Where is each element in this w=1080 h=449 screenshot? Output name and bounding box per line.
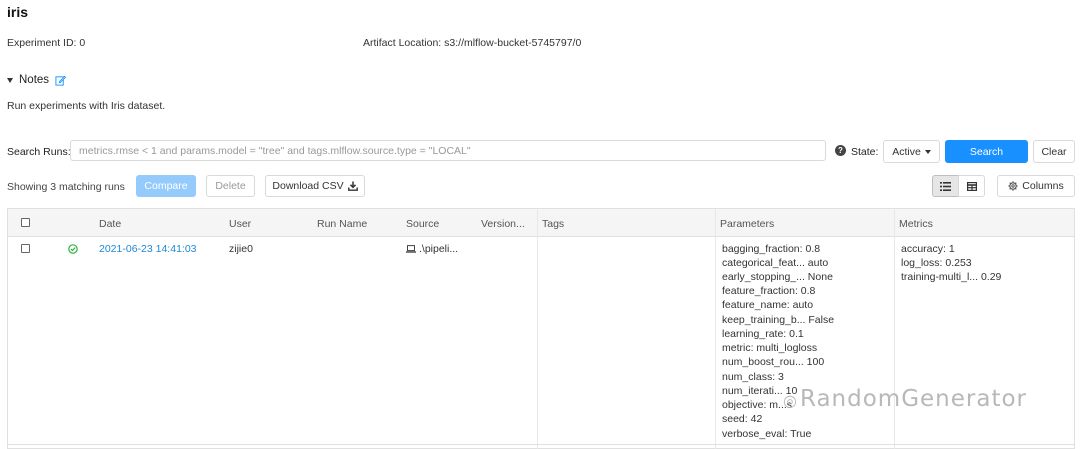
experiment-id-value: 0 bbox=[79, 37, 86, 49]
artifact-location-label: Artifact Location: bbox=[363, 37, 442, 49]
run-source: .\pipeli... bbox=[406, 243, 458, 255]
run-source-path: .\pipeli... bbox=[419, 243, 459, 255]
download-csv-label: Download CSV bbox=[272, 180, 344, 192]
param-item: num_class: 3 bbox=[722, 371, 784, 383]
matching-runs-count: Showing 3 matching runs bbox=[7, 181, 125, 193]
notes-toggle[interactable]: Notes bbox=[7, 74, 67, 86]
laptop-icon bbox=[406, 245, 416, 253]
artifact-location-value: s3://mlflow-bucket-5745797/0 bbox=[444, 37, 582, 49]
metric-item: training-multi_l... 0.29 bbox=[901, 271, 1002, 283]
delete-button[interactable]: Delete bbox=[206, 175, 255, 197]
compare-button[interactable]: Compare bbox=[136, 175, 196, 197]
search-input[interactable] bbox=[70, 140, 826, 161]
column-header-date[interactable]: Date bbox=[99, 218, 121, 230]
state-dropdown[interactable]: Active bbox=[883, 140, 940, 163]
param-item: early_stopping_... None bbox=[722, 271, 833, 283]
column-header-version[interactable]: Version... bbox=[481, 218, 525, 230]
param-item: learning_rate: 0.1 bbox=[722, 328, 804, 340]
list-view-toggle[interactable] bbox=[932, 175, 959, 197]
param-item: metric: multi_logloss bbox=[722, 342, 818, 354]
column-header-metrics[interactable]: Metrics bbox=[899, 218, 933, 230]
artifact-location: Artifact Location: s3://mlflow-bucket-57… bbox=[363, 37, 581, 49]
param-item: num_boost_rou... 100 bbox=[722, 356, 825, 368]
run-user: zijie0 bbox=[229, 243, 253, 255]
download-csv-button[interactable]: Download CSV bbox=[265, 175, 365, 197]
watermark-text: RandomGenerator bbox=[799, 386, 1027, 412]
clear-button[interactable]: Clear bbox=[1033, 140, 1075, 163]
grid-view-toggle[interactable] bbox=[958, 175, 985, 197]
row-divider bbox=[8, 444, 1074, 445]
experiment-id-label: Experiment ID: bbox=[7, 37, 77, 49]
search-runs-label: Search Runs: bbox=[7, 146, 71, 158]
metric-item: accuracy: 1 bbox=[901, 243, 955, 255]
state-value: Active bbox=[892, 145, 921, 158]
table-row[interactable]: 2021-06-23 14:41:03 zijie0 .\pipeli... b… bbox=[8, 237, 1074, 444]
metric-item: log_loss: 0.253 bbox=[901, 257, 972, 269]
state-label: State: bbox=[851, 146, 879, 158]
param-item: verbose_eval: True bbox=[722, 428, 812, 440]
caret-down-icon bbox=[7, 77, 13, 83]
column-header-user[interactable]: User bbox=[229, 218, 251, 230]
table-header-row: Date User Run Name Source Version... Tag… bbox=[8, 209, 1074, 237]
watermark: ◎RandomGenerator bbox=[783, 386, 1027, 412]
param-item: feature_fraction: 0.8 bbox=[722, 285, 816, 297]
param-item: keep_training_b... False bbox=[722, 314, 835, 326]
download-icon bbox=[347, 181, 358, 191]
columns-label: Columns bbox=[1022, 180, 1064, 192]
column-header-run-name[interactable]: Run Name bbox=[317, 218, 367, 230]
notes-label: Notes bbox=[19, 74, 50, 86]
chevron-down-icon bbox=[924, 149, 931, 154]
columns-button[interactable]: Columns bbox=[997, 175, 1075, 197]
column-header-source[interactable]: Source bbox=[406, 218, 439, 230]
column-header-parameters[interactable]: Parameters bbox=[720, 218, 774, 230]
gear-icon bbox=[1008, 181, 1018, 191]
edit-icon[interactable] bbox=[55, 75, 67, 86]
column-header-tags[interactable]: Tags bbox=[542, 218, 564, 230]
experiment-id: Experiment ID: 0 bbox=[7, 37, 85, 49]
row-checkbox[interactable] bbox=[21, 244, 30, 253]
check-circle-icon bbox=[68, 244, 78, 254]
watermark-logo-icon: ◎ bbox=[783, 391, 798, 410]
param-item: objective: m...s bbox=[722, 399, 793, 411]
param-item: feature_name: auto bbox=[722, 299, 814, 311]
experiment-title: iris bbox=[7, 4, 29, 20]
param-item: bagging_fraction: 0.8 bbox=[722, 243, 821, 255]
help-icon[interactable]: ? bbox=[835, 145, 846, 156]
list-icon bbox=[940, 181, 951, 191]
search-button[interactable]: Search bbox=[945, 140, 1028, 163]
select-all-checkbox[interactable] bbox=[21, 218, 30, 227]
table-icon bbox=[966, 181, 977, 191]
param-item: seed: 42 bbox=[722, 413, 763, 425]
notes-text: Run experiments with Iris dataset. bbox=[7, 100, 166, 112]
run-date-link[interactable]: 2021-06-23 14:41:03 bbox=[99, 243, 197, 255]
param-item: categorical_feat... auto bbox=[722, 257, 829, 269]
